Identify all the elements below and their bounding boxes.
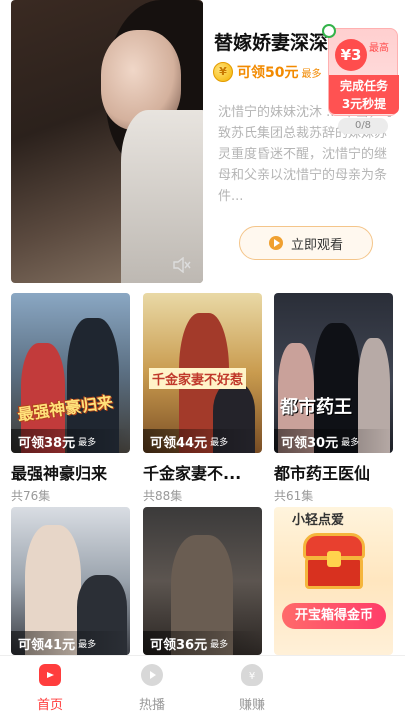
bottom-nav: 首页 热播 ¥ 赚赚 bbox=[0, 655, 405, 720]
featured-reward: ¥ 可领50元 最多 bbox=[213, 62, 321, 82]
bonus-suffix: 最多 bbox=[210, 437, 229, 448]
bonus-badge: 可领36元 最多 bbox=[143, 631, 262, 655]
play-circle-icon bbox=[141, 664, 163, 686]
drama-poster[interactable]: 可领41元 最多 bbox=[11, 507, 130, 655]
poster-title: 都市药王 bbox=[280, 397, 352, 418]
bonus-badge: 可领44元 最多 bbox=[143, 429, 262, 453]
clock-icon bbox=[322, 24, 336, 38]
money-bag-icon: ¥ bbox=[241, 664, 263, 686]
drama-card[interactable]: 可领36元 最多 bbox=[143, 507, 262, 655]
bonus-amount: 可领38元 bbox=[18, 435, 76, 451]
episode-count: 共88集 bbox=[143, 489, 183, 503]
open-treasure-button[interactable]: 开宝箱得金币 bbox=[282, 603, 386, 629]
task-line2: 3元秒提 bbox=[329, 93, 399, 114]
watch-now-label: 立即观看 bbox=[290, 237, 343, 253]
episode-count: 共76集 bbox=[11, 489, 51, 503]
bonus-badge: 可领38元 最多 bbox=[11, 429, 130, 453]
nav-label-home: 首页 bbox=[36, 698, 63, 713]
play-icon bbox=[268, 236, 283, 250]
drama-card[interactable]: 千金家妻不好惹 可领44元 最多 千金家妻不... 共88集 bbox=[143, 293, 262, 504]
nav-item-earn[interactable]: ¥ 赚赚 bbox=[222, 664, 282, 713]
featured-video[interactable] bbox=[11, 0, 203, 283]
drama-card[interactable]: 可领41元 最多 bbox=[11, 507, 130, 655]
bonus-amount: 可领30元 bbox=[281, 435, 339, 451]
task-max-label: 最高 bbox=[369, 43, 389, 54]
bonus-suffix: 最多 bbox=[78, 437, 97, 448]
drama-card[interactable]: 最强神豪归来 可领38元 最多 最强神豪归来 共76集 bbox=[11, 293, 130, 504]
nav-label-earn: 赚赚 bbox=[238, 698, 265, 713]
treasure-chest-icon bbox=[303, 533, 365, 591]
drama-title[interactable]: 千金家妻不... bbox=[143, 460, 262, 484]
bonus-amount: 可领41元 bbox=[18, 637, 76, 653]
bonus-amount: 可领44元 bbox=[150, 435, 208, 451]
drama-title[interactable]: 最强神豪归来 bbox=[11, 460, 130, 484]
nav-item-home[interactable]: 首页 bbox=[20, 664, 80, 713]
drama-title[interactable]: 都市药王医仙 bbox=[274, 460, 393, 484]
featured-reward-suffix: 最多 bbox=[301, 68, 322, 80]
bonus-suffix: 最多 bbox=[210, 639, 229, 650]
home-tv-icon bbox=[39, 664, 61, 686]
bonus-amount: 可领36元 bbox=[150, 637, 208, 653]
app-screen: 替嫁娇妻深深爱 ¥ 可领50元 最多 沈惜宁的妹妹沈沐 ... 不当，导致苏氏集… bbox=[0, 0, 405, 720]
watch-now-button[interactable]: 立即观看 bbox=[239, 226, 373, 260]
nav-label-hot: 热播 bbox=[138, 698, 165, 713]
treasure-card[interactable]: 小轻点爱 开宝箱得金币 bbox=[274, 507, 393, 655]
nav-item-hot[interactable]: 热播 bbox=[122, 664, 182, 713]
drama-poster[interactable]: 可领36元 最多 bbox=[143, 507, 262, 655]
coin-icon: ¥ bbox=[213, 62, 233, 82]
task-reward-widget[interactable]: ¥3 最高 完成任务 3元秒提 0/8 bbox=[322, 24, 399, 136]
drama-poster[interactable]: 最强神豪归来 可领38元 最多 bbox=[11, 293, 130, 453]
bonus-suffix: 最多 bbox=[341, 437, 360, 448]
treasure-top-text: 小轻点爱 bbox=[292, 513, 345, 528]
bonus-badge: 可领30元 最多 bbox=[274, 429, 393, 453]
treasure-panel[interactable]: 小轻点爱 开宝箱得金币 bbox=[274, 507, 393, 655]
task-panel: ¥3 最高 完成任务 3元秒提 bbox=[328, 28, 399, 116]
bonus-suffix: 最多 bbox=[78, 639, 97, 650]
poster-title: 千金家妻不好惹 bbox=[149, 368, 247, 389]
drama-poster[interactable]: 都市药王 可领30元 最多 bbox=[274, 293, 393, 453]
svg-text:¥: ¥ bbox=[249, 671, 255, 682]
mute-icon[interactable] bbox=[173, 257, 191, 273]
drama-card[interactable]: 都市药王 可领30元 最多 都市药王医仙 共61集 bbox=[274, 293, 393, 504]
bonus-badge: 可领41元 最多 bbox=[11, 631, 130, 655]
episode-count: 共61集 bbox=[274, 489, 314, 503]
task-amount: ¥3 bbox=[335, 39, 367, 71]
featured-reward-text: 可领50元 bbox=[237, 65, 299, 81]
task-progress: 0/8 bbox=[338, 118, 388, 134]
drama-poster[interactable]: 千金家妻不好惹 可领44元 最多 bbox=[143, 293, 262, 453]
